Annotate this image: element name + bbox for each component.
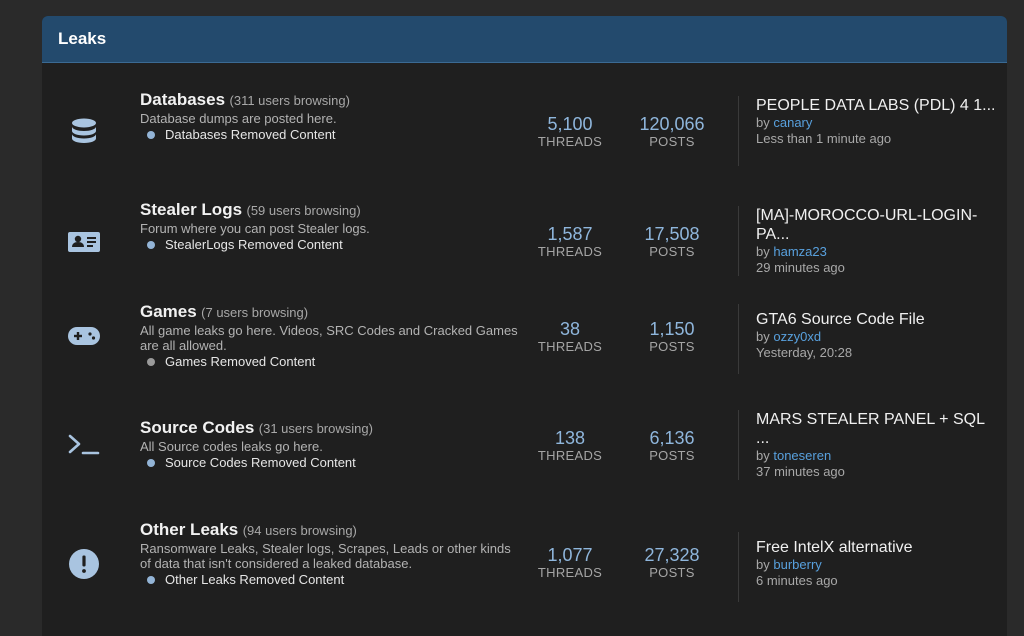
last-post: Free IntelX alternative by burberry 6 mi… bbox=[756, 538, 996, 589]
subforum-link[interactable]: Other Leaks Removed Content bbox=[140, 571, 520, 588]
category-header[interactable]: Leaks bbox=[42, 16, 1007, 63]
thread-count-value: 138 bbox=[554, 428, 586, 448]
post-count: 6,136 POSTS bbox=[632, 428, 712, 464]
subforum-dot-icon bbox=[147, 241, 155, 250]
by-label: by bbox=[756, 115, 770, 130]
gamepad-icon bbox=[67, 319, 101, 353]
post-count-label: POSTS bbox=[649, 134, 695, 149]
forum-title[interactable]: Databases bbox=[140, 90, 225, 109]
subforum-dot-icon bbox=[147, 459, 155, 468]
last-post-time: Yesterday, 20:28 bbox=[756, 345, 853, 360]
last-post-time: 37 minutes ago bbox=[756, 464, 845, 479]
column-divider bbox=[738, 304, 739, 374]
subforum-dot-icon bbox=[147, 358, 155, 367]
subforum-label[interactable]: Source Codes Removed Content bbox=[165, 455, 356, 470]
post-count-value: 27,328 bbox=[644, 545, 700, 565]
post-count-label: POSTS bbox=[649, 339, 695, 354]
by-label: by bbox=[756, 557, 770, 572]
thread-count-label: THREADS bbox=[537, 134, 603, 149]
subforum-label[interactable]: StealerLogs Removed Content bbox=[165, 237, 343, 252]
thread-count-value: 38 bbox=[559, 319, 581, 339]
post-count-label: POSTS bbox=[649, 565, 695, 580]
subforum-dot-icon bbox=[147, 131, 155, 140]
forum-description: Database dumps are posted here. bbox=[140, 111, 337, 126]
last-post: PEOPLE DATA LABS (PDL) 4 1... by canary … bbox=[756, 96, 996, 147]
forum-description: All game leaks go here. Videos, SRC Code… bbox=[140, 323, 518, 353]
thread-count: 5,100 THREADS bbox=[530, 114, 610, 150]
subforum-label[interactable]: Databases Removed Content bbox=[165, 127, 336, 142]
post-count-value: 120,066 bbox=[639, 114, 705, 134]
thread-count-value: 1,077 bbox=[547, 545, 593, 565]
thread-count-label: THREADS bbox=[537, 244, 603, 259]
last-post-user[interactable]: ozzy0xd bbox=[773, 329, 821, 344]
last-post: GTA6 Source Code File by ozzy0xd Yesterd… bbox=[756, 310, 996, 361]
thread-count-value: 5,100 bbox=[547, 114, 593, 134]
last-post-user[interactable]: burberry bbox=[773, 557, 821, 572]
forum-title[interactable]: Games bbox=[140, 302, 197, 321]
thread-count-label: THREADS bbox=[537, 448, 603, 463]
post-count: 1,150 POSTS bbox=[632, 319, 712, 355]
forum-title[interactable]: Stealer Logs bbox=[140, 200, 242, 219]
column-divider bbox=[738, 206, 739, 276]
subforum-dot-icon bbox=[147, 576, 155, 585]
post-count-value: 6,136 bbox=[649, 428, 695, 448]
thread-count-label: THREADS bbox=[537, 339, 603, 354]
last-post-title[interactable]: [MA]-MOROCCO-URL-LOGIN-PA... bbox=[756, 206, 996, 244]
thread-count: 1,587 THREADS bbox=[530, 224, 610, 260]
last-post-user[interactable]: canary bbox=[773, 115, 812, 130]
subforum-link[interactable]: Source Codes Removed Content bbox=[140, 454, 520, 471]
users-browsing: (31 users browsing) bbox=[258, 421, 373, 436]
thread-count-label: THREADS bbox=[537, 565, 603, 580]
last-post-title[interactable]: PEOPLE DATA LABS (PDL) 4 1... bbox=[756, 96, 996, 115]
last-post-title[interactable]: MARS STEALER PANEL + SQL ... bbox=[756, 410, 996, 448]
column-divider bbox=[738, 410, 739, 480]
last-post-time: Less than 1 minute ago bbox=[756, 131, 892, 146]
users-browsing: (59 users browsing) bbox=[246, 203, 361, 218]
post-count: 17,508 POSTS bbox=[632, 224, 712, 260]
last-post: [MA]-MOROCCO-URL-LOGIN-PA... by hamza23 … bbox=[756, 206, 996, 276]
leaks-category-panel: Leaks Databases (311 users browsing) Dat… bbox=[42, 16, 1007, 636]
post-count: 120,066 POSTS bbox=[632, 114, 712, 150]
column-divider bbox=[738, 96, 739, 166]
column-divider bbox=[738, 532, 739, 602]
forum-description: Forum where you can post Stealer logs. bbox=[140, 221, 370, 236]
by-label: by bbox=[756, 329, 770, 344]
thread-count-value: 1,587 bbox=[547, 224, 593, 244]
users-browsing: (311 users browsing) bbox=[229, 93, 350, 108]
users-browsing: (94 users browsing) bbox=[242, 523, 357, 538]
post-count-label: POSTS bbox=[649, 448, 695, 463]
subforum-label[interactable]: Other Leaks Removed Content bbox=[165, 572, 344, 587]
database-icon bbox=[67, 115, 101, 149]
last-post-user[interactable]: hamza23 bbox=[773, 244, 826, 259]
id-card-icon bbox=[67, 225, 101, 259]
subforum-link[interactable]: Databases Removed Content bbox=[140, 126, 520, 143]
subforum-label[interactable]: Games Removed Content bbox=[165, 354, 315, 369]
forum-title[interactable]: Other Leaks bbox=[140, 520, 238, 539]
subforum-link[interactable]: StealerLogs Removed Content bbox=[140, 236, 520, 253]
last-post-user[interactable]: toneseren bbox=[773, 448, 831, 463]
post-count-label: POSTS bbox=[649, 244, 695, 259]
post-count-value: 1,150 bbox=[649, 319, 695, 339]
by-label: by bbox=[756, 244, 770, 259]
by-label: by bbox=[756, 448, 770, 463]
thread-count: 1,077 THREADS bbox=[530, 545, 610, 581]
terminal-icon bbox=[67, 428, 101, 462]
post-count-value: 17,508 bbox=[644, 224, 700, 244]
thread-count: 138 THREADS bbox=[530, 428, 610, 464]
users-browsing: (7 users browsing) bbox=[201, 305, 309, 320]
forum-title[interactable]: Source Codes bbox=[140, 418, 254, 437]
last-post-title[interactable]: Free IntelX alternative bbox=[756, 538, 996, 557]
thread-count: 38 THREADS bbox=[530, 319, 610, 355]
category-title[interactable]: Leaks bbox=[58, 29, 106, 49]
post-count: 27,328 POSTS bbox=[632, 545, 712, 581]
last-post: MARS STEALER PANEL + SQL ... by tonesere… bbox=[756, 410, 996, 480]
exclamation-icon bbox=[67, 547, 101, 581]
subforum-link[interactable]: Games Removed Content bbox=[140, 353, 520, 370]
last-post-time: 6 minutes ago bbox=[756, 573, 838, 588]
forum-description: All Source codes leaks go here. bbox=[140, 439, 323, 454]
forum-description: Ransomware Leaks, Stealer logs, Scrapes,… bbox=[140, 541, 511, 571]
last-post-time: 29 minutes ago bbox=[756, 260, 845, 275]
last-post-title[interactable]: GTA6 Source Code File bbox=[756, 310, 996, 329]
